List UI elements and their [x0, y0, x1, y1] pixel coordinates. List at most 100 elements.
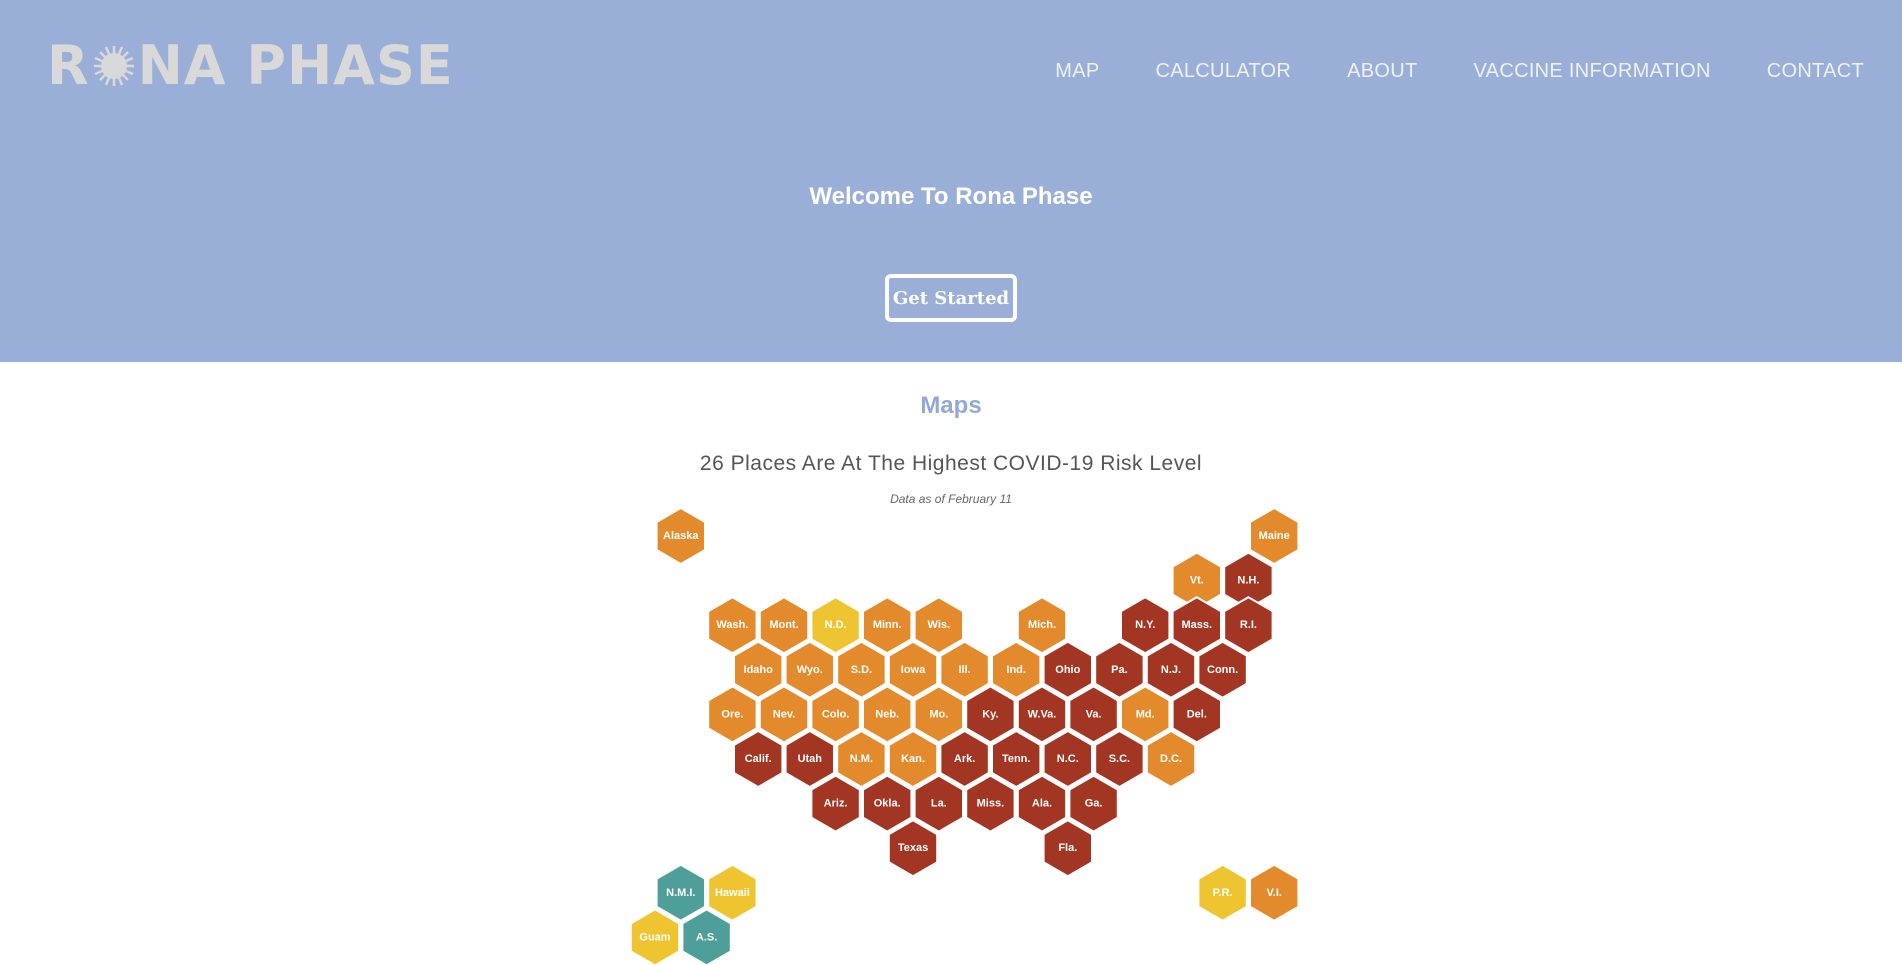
- hex-tile-label: Mont.: [769, 619, 798, 631]
- hex-tile-idaho[interactable]: Idaho: [733, 640, 784, 699]
- hex-tile-label: N.D.: [825, 619, 847, 631]
- hex-tile-colo[interactable]: Colo.: [810, 685, 861, 744]
- hex-tile-n-c[interactable]: N.C.: [1042, 729, 1093, 789]
- hex-tile-label: P.R.: [1213, 887, 1233, 899]
- hex-tile-mass[interactable]: Mass.: [1171, 596, 1222, 655]
- hex-tile-label: Kan.: [901, 753, 925, 765]
- hex-tile-w-va[interactable]: W.Va.: [1016, 685, 1068, 744]
- hex-tile-ariz[interactable]: Ariz.: [810, 774, 861, 833]
- hex-tile-label: Maine: [1259, 530, 1290, 542]
- hex-tile-d-c[interactable]: D.C.: [1145, 729, 1197, 789]
- hex-tile-a-s[interactable]: A.S.: [681, 908, 732, 965]
- hex-tile-label: Mich.: [1028, 619, 1056, 631]
- hex-tile-n-m[interactable]: N.M.: [836, 729, 887, 789]
- hex-tile-label: Ky.: [982, 708, 998, 720]
- hex-tile-label: Va.: [1086, 708, 1102, 720]
- hex-tile-label: W.Va.: [1028, 708, 1057, 720]
- hex-tile-label: N.C.: [1057, 753, 1079, 765]
- hex-tile-label: Idaho: [744, 664, 774, 676]
- hex-tile-label: Mass.: [1182, 619, 1213, 631]
- hex-tile-label: D.C.: [1160, 753, 1182, 765]
- hex-tile-label: N.M.I.: [666, 887, 695, 899]
- hex-tile-label: Ore.: [721, 708, 743, 720]
- hex-tile-calif[interactable]: Calif.: [733, 729, 784, 789]
- hex-tile-label: Ala.: [1032, 798, 1052, 810]
- hex-tile-label: Nev.: [773, 708, 795, 720]
- hex-tile-md[interactable]: Md.: [1120, 685, 1171, 744]
- hex-tile-label: Guam: [639, 931, 670, 943]
- hex-tile-hawaii[interactable]: Hawaii: [707, 863, 758, 922]
- hex-tile-ore[interactable]: Ore.: [707, 685, 758, 744]
- hex-tile-mich[interactable]: Mich.: [1016, 596, 1068, 655]
- hex-tile-label: Ind.: [1006, 664, 1026, 676]
- hex-tile-label: Iowa: [901, 664, 926, 676]
- hex-tile-ala[interactable]: Ala.: [1016, 774, 1068, 833]
- hex-tile-neb[interactable]: Neb.: [862, 685, 913, 744]
- hex-tile-pa[interactable]: Pa.: [1094, 640, 1145, 699]
- hex-tile-label: R.I.: [1240, 619, 1257, 631]
- hex-tile-wash[interactable]: Wash.: [707, 596, 758, 655]
- hex-tile-iowa[interactable]: Iowa: [887, 640, 939, 699]
- hex-tile-utah[interactable]: Utah: [784, 729, 835, 789]
- hex-tile-conn[interactable]: Conn.: [1197, 640, 1248, 699]
- hex-tile-label: N.J.: [1161, 664, 1181, 676]
- hex-tile-label: Utah: [798, 753, 823, 765]
- hex-tile-ohio[interactable]: Ohio: [1042, 640, 1093, 699]
- hex-tile-n-j[interactable]: N.J.: [1145, 640, 1197, 699]
- hex-tile-label: Vt.: [1190, 575, 1204, 587]
- hex-tile-label: S.C.: [1109, 753, 1130, 765]
- hex-tile-nev[interactable]: Nev.: [758, 685, 810, 744]
- hex-tile-r-i[interactable]: R.I.: [1223, 596, 1274, 655]
- hex-tile-label: N.M.: [850, 753, 873, 765]
- hex-tile-label: Tenn.: [1002, 753, 1031, 765]
- hex-tile-label: N.H.: [1237, 575, 1259, 587]
- hex-tile-s-c[interactable]: S.C.: [1094, 729, 1145, 789]
- hex-tile-n-d[interactable]: N.D.: [810, 596, 861, 655]
- hex-tile-label: Del.: [1187, 708, 1207, 720]
- hex-tile-mo[interactable]: Mo.: [913, 685, 964, 744]
- hex-tile-label: Ark.: [954, 753, 975, 765]
- hex-tile-label: Colo.: [822, 708, 850, 720]
- hex-tile-guam[interactable]: Guam: [629, 908, 681, 965]
- hex-tile-label: A.S.: [696, 931, 717, 943]
- hex-tile-label: Ariz.: [824, 798, 848, 810]
- hex-tile-label: Ga.: [1085, 798, 1103, 810]
- hex-tile-fla[interactable]: Fla.: [1042, 819, 1093, 878]
- hex-tile-del[interactable]: Del.: [1171, 685, 1222, 744]
- hex-tile-label: Hawaii: [715, 887, 750, 899]
- hex-tile-kan[interactable]: Kan.: [887, 729, 939, 789]
- hex-tile-label: Md.: [1136, 708, 1155, 720]
- hex-tile-ark[interactable]: Ark.: [939, 729, 990, 789]
- hex-tile-n-y[interactable]: N.Y.: [1120, 596, 1171, 655]
- hex-tile-la[interactable]: La.: [913, 774, 964, 833]
- hex-tile-v-i[interactable]: V.I.: [1249, 863, 1300, 922]
- hex-tile-wis[interactable]: Wis.: [913, 596, 964, 655]
- hex-tile-ky[interactable]: Ky.: [965, 685, 1016, 744]
- hex-tile-label: Texas: [898, 842, 928, 854]
- hex-tile-texas[interactable]: Texas: [887, 819, 939, 878]
- hex-tile-label: Alaska: [663, 530, 699, 542]
- hex-tile-map: Alaska Maine Vt. N.H. Wash. Mont. N.D. Minn. Wis…: [629, 506, 1300, 965]
- hex-tile-tenn[interactable]: Tenn.: [991, 729, 1042, 789]
- hex-tile-n-m-i[interactable]: N.M.I.: [655, 863, 706, 922]
- hex-tile-label: Wash.: [716, 619, 748, 631]
- hex-tile-label: Mo.: [929, 708, 948, 720]
- hex-tile-maine[interactable]: Maine: [1249, 506, 1300, 566]
- hex-tile-mont[interactable]: Mont.: [758, 596, 810, 655]
- hex-tile-va[interactable]: Va.: [1068, 685, 1119, 744]
- hex-tile-ga[interactable]: Ga.: [1068, 774, 1119, 833]
- hex-tile-s-d[interactable]: S.D.: [836, 640, 887, 699]
- hex-tile-label: La.: [931, 798, 947, 810]
- hex-tile-label: Calif.: [745, 753, 772, 765]
- hex-tile-label: Wyo.: [797, 664, 823, 676]
- hex-tile-ill[interactable]: Ill.: [939, 640, 990, 699]
- hex-tile-alaska[interactable]: Alaska: [655, 506, 706, 566]
- hex-tile-label: Fla.: [1058, 842, 1077, 854]
- hex-tile-miss[interactable]: Miss.: [965, 774, 1016, 833]
- hex-tile-okla[interactable]: Okla.: [862, 774, 913, 833]
- hex-tile-ind[interactable]: Ind.: [991, 640, 1042, 699]
- hex-tile-wyo[interactable]: Wyo.: [784, 640, 835, 699]
- hex-tile-label: V.I.: [1266, 887, 1282, 899]
- hex-tile-minn[interactable]: Minn.: [862, 596, 913, 655]
- hex-tile-p-r[interactable]: P.R.: [1197, 863, 1248, 922]
